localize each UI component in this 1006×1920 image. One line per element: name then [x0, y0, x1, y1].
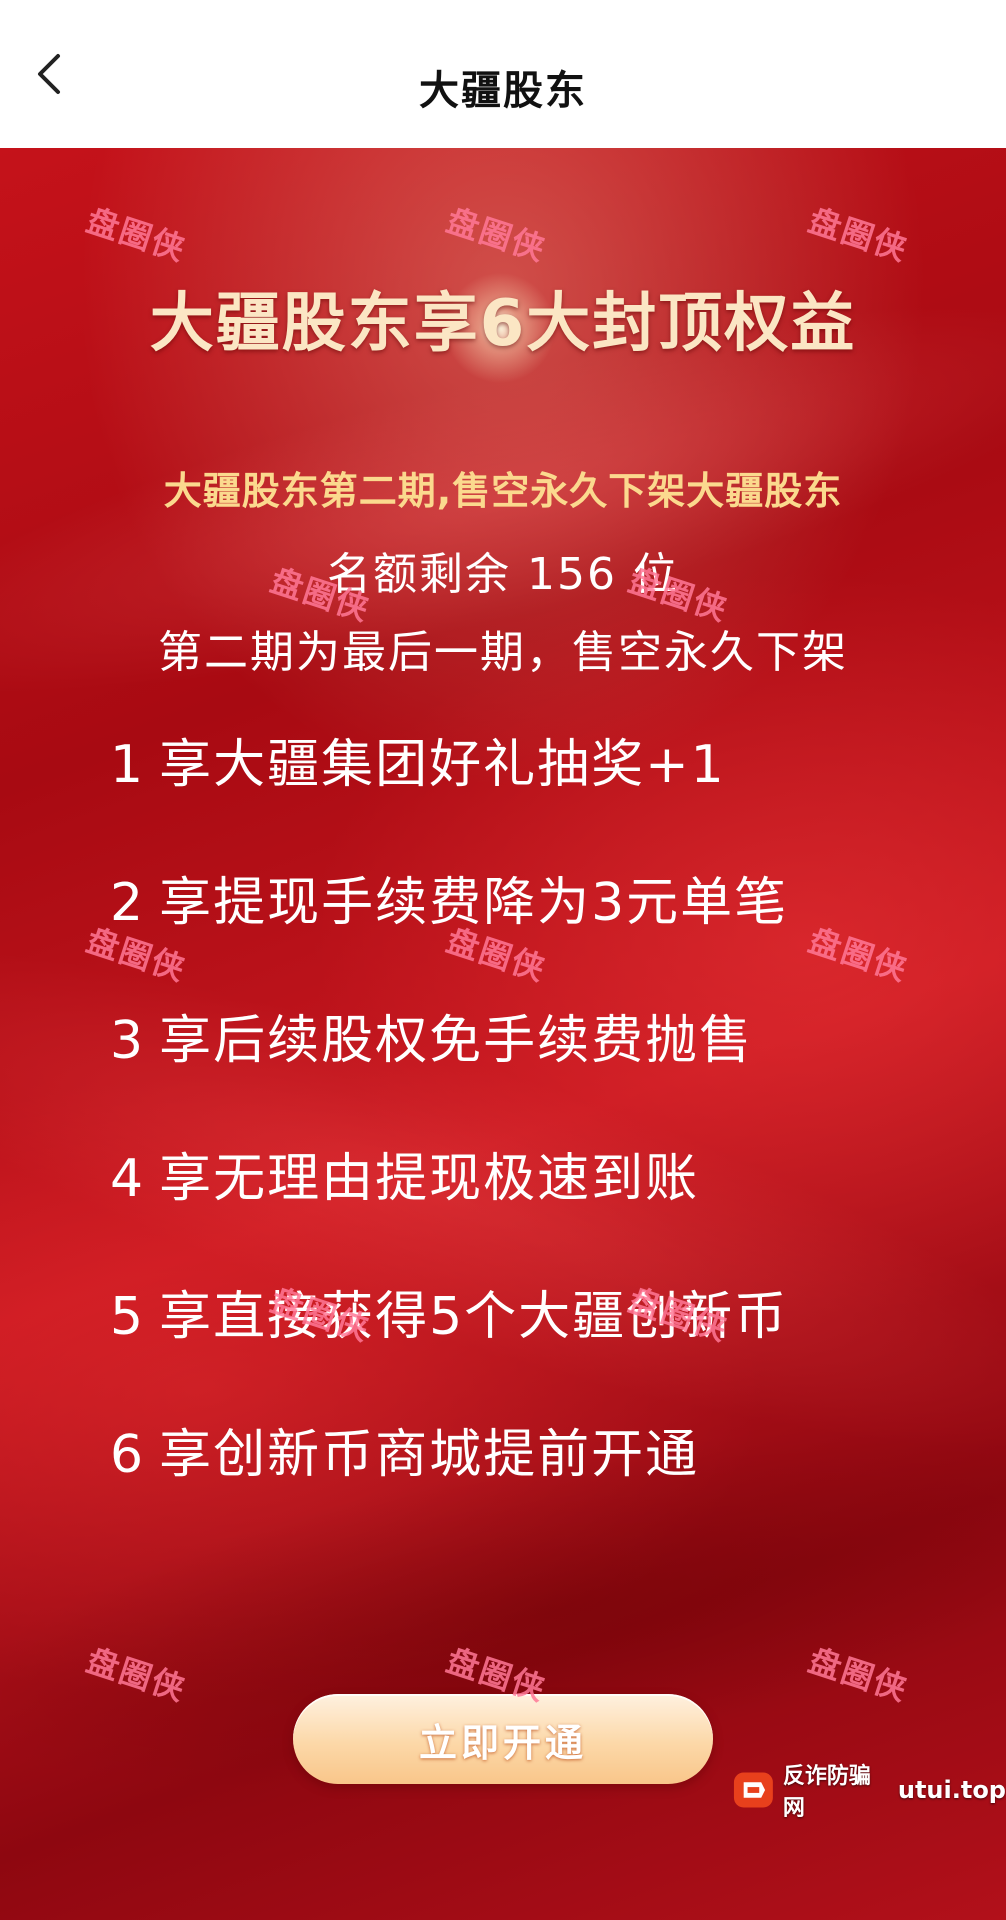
top-nav-bar: 大疆股东 — [0, 0, 1006, 148]
page-title: 大疆股东 — [419, 68, 587, 114]
quota-remaining: 名额剩余 156 位 — [327, 549, 679, 600]
benefits-list: 1 享大疆集团好礼抽奖+1 2 享提现手续费降为3元单笔 3 享后续股权免手续费抛售 … — [110, 722, 788, 1550]
benefit-text: 享后续股权免手续费抛售 — [159, 1011, 754, 1071]
benefit-number: 3 — [110, 1011, 146, 1071]
page: 大疆股东 大疆股东享6大封顶权益 大疆股东第二期,售空永久下架大疆股东 名额剩余… — [0, 0, 1006, 1920]
final-period-note: 第二期为最后一期，售空永久下架 — [158, 627, 848, 678]
benefit-item: 5 享直接获得5个大疆创新币 — [110, 1274, 788, 1412]
benefit-text: 享创新币商城提前开通 — [159, 1425, 700, 1485]
benefit-number: 6 — [110, 1425, 146, 1485]
benefit-number: 4 — [110, 1149, 146, 1209]
benefit-item: 1 享大疆集团好礼抽奖+1 — [110, 722, 788, 860]
benefit-text: 享大疆集团好礼抽奖+1 — [159, 735, 726, 795]
benefit-text: 享提现手续费降为3元单笔 — [159, 873, 789, 933]
poster-subheadline: 大疆股东第二期,售空永久下架大疆股东 — [163, 469, 843, 513]
activate-now-button[interactable]: 立即开通 — [293, 1694, 713, 1784]
benefit-number: 5 — [110, 1287, 146, 1347]
benefit-item: 2 享提现手续费降为3元单笔 — [110, 860, 788, 998]
promo-poster: 大疆股东享6大封顶权益 大疆股东第二期,售空永久下架大疆股东 名额剩余 156 … — [0, 148, 1006, 1920]
benefit-number: 2 — [110, 873, 146, 933]
benefit-item: 4 享无理由提现极速到账 — [110, 1136, 788, 1274]
benefit-item: 6 享创新币商城提前开通 — [110, 1412, 788, 1550]
benefit-item: 3 享后续股权免手续费抛售 — [110, 998, 788, 1136]
benefit-text: 享无理由提现极速到账 — [159, 1149, 700, 1209]
benefit-number: 1 — [110, 735, 146, 795]
benefit-text: 享直接获得5个大疆创新币 — [159, 1287, 789, 1347]
poster-headline: 大疆股东享6大封顶权益 — [149, 287, 857, 361]
